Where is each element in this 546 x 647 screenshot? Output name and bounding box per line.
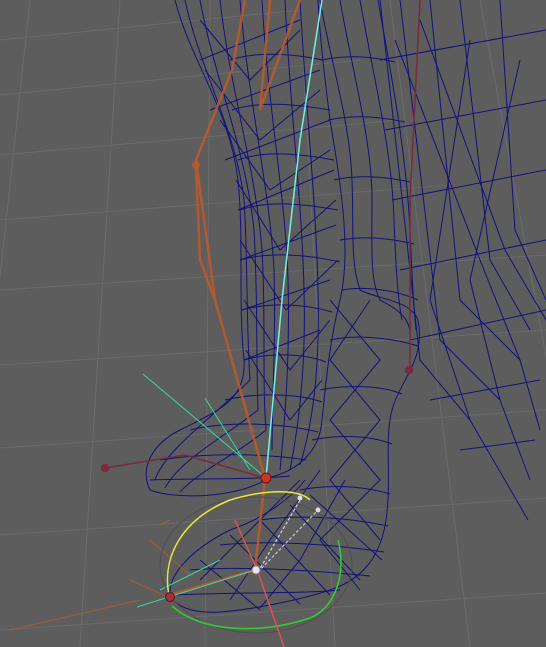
left-leg-wireframe [145,0,346,497]
skeleton-helper-lines [9,519,191,631]
ankle-joint-marker-icon[interactable] [260,472,272,484]
handle-marker-icon[interactable] [315,507,321,513]
ball-joint-marker-icon[interactable] [251,565,261,575]
handle-marker-icon[interactable] [297,495,303,501]
ground-grid [0,0,546,647]
toe-joint-marker-icon[interactable] [165,592,175,602]
maya-3d-viewport[interactable] [0,0,546,647]
joint-markers [165,161,321,602]
knee-joint-marker-icon[interactable] [192,161,200,169]
